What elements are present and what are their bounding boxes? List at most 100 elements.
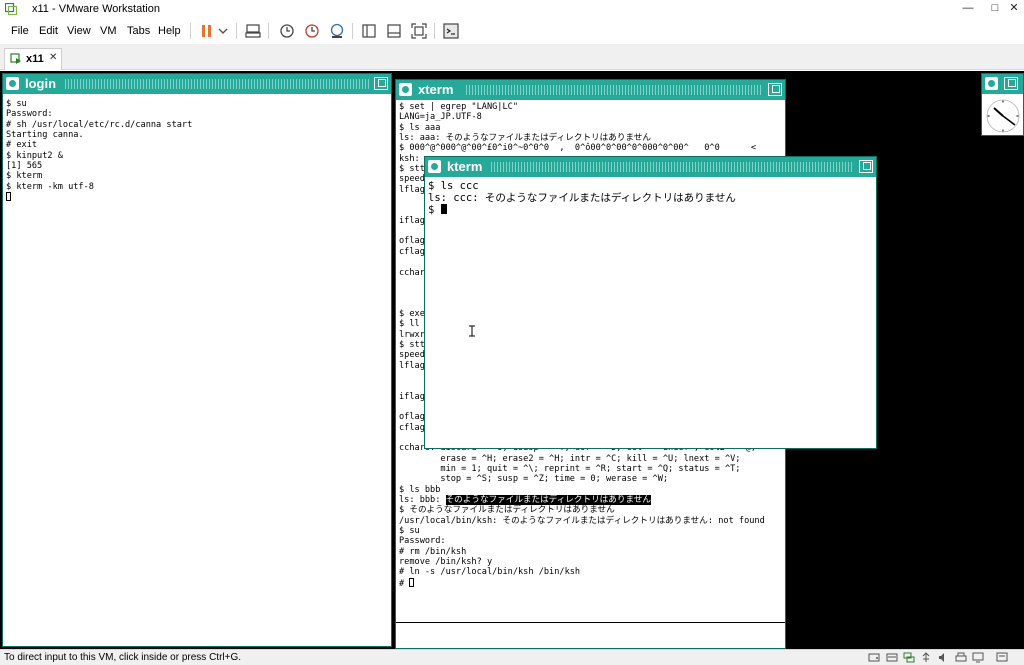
terminal-line: $: [428, 204, 873, 216]
xclock-window[interactable]: [981, 73, 1024, 136]
usb-icon[interactable]: [920, 652, 932, 663]
terminal-line: $ そのようなファイルまたはディレクトリはありません: [399, 505, 615, 516]
login-title-bar[interactable]: login: [3, 74, 391, 94]
login-window[interactable]: login $ su Password: # sh /usr/local/etc/r…: [2, 73, 392, 647]
minimize-button[interactable]: —: [956, 0, 980, 18]
vm-tab-bar: x11 ✕: [0, 44, 1024, 70]
menu-bar: File Edit View VM Tabs Help: [0, 18, 1024, 44]
terminal-line: #: [399, 577, 782, 588]
xclock-title-bar[interactable]: [982, 74, 1023, 94]
toolbar-separator: [434, 23, 435, 39]
snapshot-icon[interactable]: [278, 22, 296, 40]
terminal-line: erase = ^H; erase2 = ^H; intr = ^C; kill…: [399, 453, 741, 464]
vmware-logo-icon: [5, 3, 17, 15]
vm-display[interactable]: login $ su Password: # sh /usr/local/etc/r…: [0, 71, 1024, 649]
terminal-line: $ ls bbb: [399, 484, 441, 495]
kterm-title-bar[interactable]: kterm: [425, 157, 876, 177]
sound-card-icon[interactable]: [937, 652, 949, 663]
login-terminal[interactable]: $ su Password: # sh /usr/local/etc/rc.d/ca…: [6, 99, 388, 202]
terminal-line: [6, 192, 388, 202]
snapshot-manager-icon[interactable]: [328, 22, 346, 40]
menu-vm[interactable]: VM: [100, 25, 117, 37]
terminal-line: Password:: [399, 536, 446, 547]
console-view-icon[interactable]: [442, 22, 460, 40]
terminal-line: # exit: [6, 140, 38, 151]
terminal-line: $ su: [6, 99, 27, 109]
terminal-line: $ kterm -km utf-8: [6, 181, 94, 192]
notifications-icon[interactable]: [996, 652, 1008, 663]
terminal-line: $ 000^@^000^@^00^£0^i0^~0^0^0 , 0^ô00^0^…: [399, 143, 756, 154]
send-ctrl-alt-del-icon[interactable]: [244, 22, 262, 40]
maximize-window-button[interactable]: [859, 160, 873, 173]
terminal-cursor: [409, 577, 415, 587]
window-menu-button[interactable]: [985, 77, 998, 90]
maximize-window-button[interactable]: [1004, 77, 1018, 90]
scrollbar-divider: [396, 622, 785, 623]
title-grip: [491, 162, 854, 172]
xterm-title-bar[interactable]: xterm: [396, 80, 785, 100]
terminal-line: $ kterm: [6, 171, 43, 182]
menu-tabs[interactable]: Tabs: [127, 25, 150, 37]
cd-drive-icon[interactable]: [886, 652, 898, 663]
menu-edit[interactable]: Edit: [39, 25, 58, 37]
toolbar-separator: [352, 23, 353, 39]
kterm-window[interactable]: kterm $ ls ccc ls: ccc: そのようなファイルまたはディレクト…: [424, 156, 877, 449]
menu-help[interactable]: Help: [158, 25, 181, 37]
terminal-cursor: [440, 204, 447, 214]
terminal-line: remove /bin/ksh? y: [399, 557, 493, 568]
terminal-line: min = 1; quit = ^\; reprint = ^R; start …: [399, 464, 741, 475]
terminal-line: stop = ^S; susp = ^Z; time = 0; werase =…: [399, 474, 669, 485]
printer-icon[interactable]: [955, 652, 967, 663]
ibeam-cursor-icon: [469, 325, 475, 337]
menu-view[interactable]: View: [67, 25, 91, 37]
window-title: xterm: [418, 82, 454, 97]
terminal-line: # ln -s /usr/local/bin/ksh /bin/ksh: [399, 567, 581, 578]
terminal-line: $ su: [399, 526, 420, 537]
terminal-line: ls: ccc: そのようなファイルまたはディレクトリはありません: [428, 192, 736, 204]
toolbar-separator: [268, 23, 269, 39]
terminal-line: /usr/local/bin/ksh: そのようなファイルまたはディレクトリはあ…: [399, 515, 765, 526]
status-message: To direct input to this VM, click inside…: [4, 652, 242, 663]
terminal-line: [1] 565: [6, 161, 43, 172]
vmware-workstation-window: x11 - VMware Workstation — □ ✕ File Edit…: [0, 0, 1024, 665]
library-view-icon[interactable]: [360, 22, 378, 40]
xclock-icon: [986, 99, 1020, 133]
title-grip: [65, 79, 369, 89]
toolbar-separator: [236, 23, 237, 39]
window-title: kterm: [447, 159, 483, 174]
tab-x11[interactable]: x11 ✕: [4, 48, 62, 70]
terminal-line: $ ls ccc: [428, 180, 479, 192]
title-grip: [466, 85, 763, 95]
window-menu-button[interactable]: [428, 160, 441, 173]
window-title: x11 - VMware Workstation: [32, 3, 160, 15]
terminal-line: ls: bbb: そのようなファイルまたはディレクトリはありません: [399, 495, 782, 506]
terminal-line: $ ls aaa: [399, 122, 441, 133]
hard-disk-icon[interactable]: [868, 652, 880, 663]
terminal-line: Password:: [6, 109, 53, 120]
thumbnail-view-icon[interactable]: [385, 22, 403, 40]
close-button[interactable]: ✕: [1002, 0, 1024, 18]
terminal-line: Starting canna.: [6, 130, 84, 141]
close-icon[interactable]: ✕: [49, 52, 57, 63]
selected-text[interactable]: そのようなファイルまたはディレクトリはありません: [445, 495, 651, 506]
maximize-window-button[interactable]: [768, 83, 782, 96]
network-adapter-icon[interactable]: [903, 652, 915, 663]
kterm-terminal[interactable]: $ ls ccc ls: ccc: そのようなファイルまたはディレクトリはありませ…: [428, 180, 873, 216]
terminal-cursor: [6, 192, 11, 202]
terminal-line: ls: aaa: そのようなファイルまたはディレクトリはありません: [399, 133, 651, 144]
chevron-down-icon[interactable]: [214, 22, 232, 40]
maximize-window-button[interactable]: [374, 77, 388, 90]
fullscreen-icon[interactable]: [410, 22, 428, 40]
toolbar-separator: [190, 23, 191, 39]
revert-snapshot-icon[interactable]: [303, 22, 321, 40]
display-icon[interactable]: [972, 652, 984, 663]
selection-prefix: ls: bbb:: [399, 495, 446, 506]
terminal-line: # sh /usr/local/etc/rc.d/canna start: [6, 119, 193, 130]
menu-file[interactable]: File: [11, 25, 29, 37]
status-bar: To direct input to this VM, click inside…: [0, 649, 1024, 665]
tab-label: x11: [26, 53, 44, 65]
terminal-line: $ set | egrep "LANG|LC": [399, 102, 518, 112]
window-menu-button[interactable]: [6, 77, 19, 90]
window-menu-button[interactable]: [399, 83, 412, 96]
host-title-bar: x11 - VMware Workstation — □ ✕: [0, 0, 1024, 18]
